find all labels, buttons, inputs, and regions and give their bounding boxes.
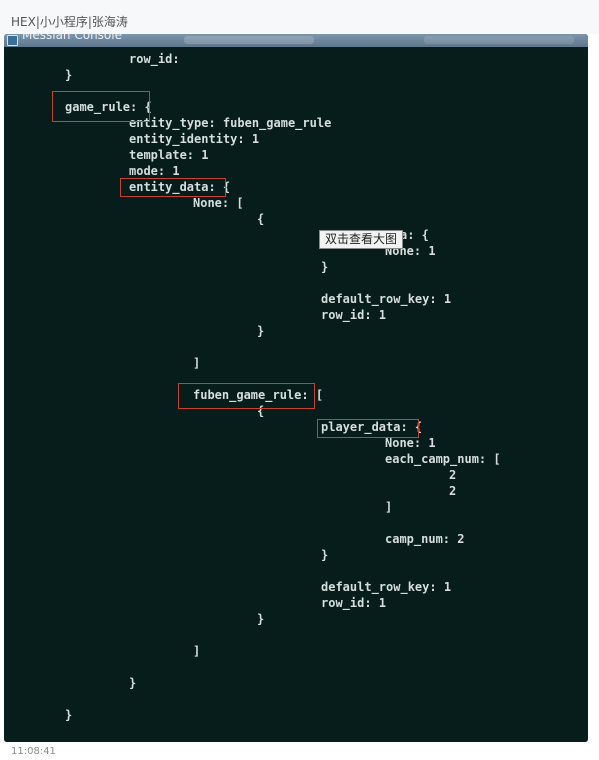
- view-large-image-tooltip: 双击查看大图: [319, 230, 404, 249]
- code-line: }: [321, 548, 329, 562]
- highlight-box-fuben-game-rule: [178, 383, 315, 409]
- window-title: Messiah Console: [22, 34, 122, 42]
- code-line: 2: [449, 484, 457, 498]
- window-titlebar: Messiah Console: [4, 34, 588, 47]
- code-line: default_row_key: 1: [321, 292, 452, 306]
- code-line: row_id: 1: [321, 308, 387, 322]
- code-line: {: [257, 212, 265, 226]
- code-line: entity_type: fuben_game_rule: [129, 116, 332, 130]
- highlight-box-entity-data: [120, 178, 226, 197]
- post-timestamp: 11:08:41: [11, 746, 56, 757]
- code-line: template: 1: [129, 148, 209, 162]
- code-line: ]: [193, 356, 201, 370]
- code-line: None: [: [193, 196, 244, 210]
- titlebar-blur: [424, 36, 574, 44]
- code-line: ]: [193, 644, 201, 658]
- code-line: 2: [449, 468, 457, 482]
- code-line: each_camp_num: [: [385, 452, 501, 466]
- code-line: }: [321, 260, 329, 274]
- code-line: }: [129, 676, 137, 690]
- code-line: default_row_key: 1: [321, 580, 452, 594]
- console-app-icon: [7, 35, 18, 46]
- code-line: camp_num: 2: [385, 532, 465, 546]
- code-line: }: [257, 324, 265, 338]
- titlebar-blur: [184, 36, 314, 44]
- code-line: a: {: [400, 228, 429, 242]
- code-line: }: [257, 612, 265, 626]
- code-line: }: [65, 708, 73, 722]
- highlight-box-game-rule: [52, 91, 150, 122]
- code-line: mode: 1: [129, 164, 180, 178]
- code-line: }: [65, 68, 73, 82]
- post-title: HEX|小小程序|张海涛: [11, 15, 128, 29]
- code-line: row_id: 1: [321, 596, 387, 610]
- code-line: ]: [385, 500, 393, 514]
- post-header: HEX|小小程序|张海涛: [0, 0, 599, 34]
- highlight-box-player-data: [317, 419, 419, 438]
- code-line: row_id:: [129, 52, 180, 66]
- code-line: entity_identity: 1: [129, 132, 260, 146]
